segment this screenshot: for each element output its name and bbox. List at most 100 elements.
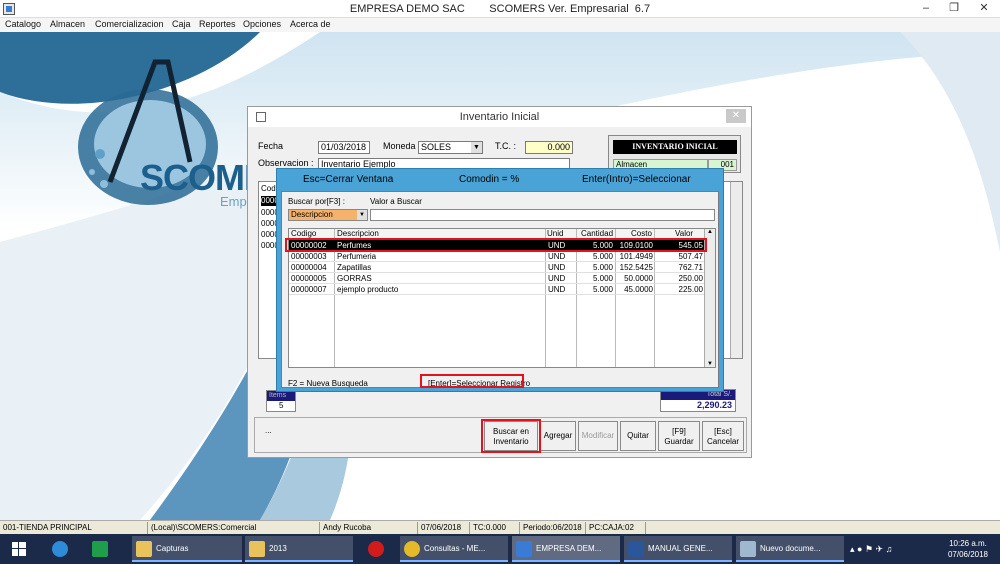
- cell-costo: 50.0000: [624, 274, 653, 283]
- clock-date: 07/06/2018: [947, 550, 989, 559]
- close-button[interactable]: ✕: [970, 1, 998, 16]
- scroll-up-icon[interactable]: ▲: [705, 229, 715, 235]
- taskbar-item-word[interactable]: MANUAL GENE...: [624, 536, 732, 562]
- guardar-label: Guardar: [664, 437, 694, 446]
- table-row[interactable]: 00000005 GORRAS UND 5.000 50.0000 250.00: [289, 273, 705, 284]
- comodin-hint: Comodin = %: [459, 174, 520, 185]
- search-criteria-select[interactable]: Descripcion ▼: [288, 209, 368, 221]
- system-tray-icons[interactable]: ▴ ● ⚑ ✈ ♫: [850, 536, 936, 562]
- search-criteria-value: Descripcion: [291, 210, 333, 219]
- cell-costo: 45.0000: [624, 285, 653, 294]
- highlight-selected-row: [285, 238, 707, 252]
- status-periodo: Periodo:06/2018: [520, 522, 586, 534]
- clock-time: 10:26 a.m.: [949, 539, 987, 548]
- taskbar: Capturas 2013 Consultas - ME... EMPRESA …: [0, 534, 1000, 564]
- buscar-por-label: Buscar por[F3] :: [288, 197, 345, 206]
- status-bar: 001-TIENDA PRINCIPAL (Local)\SCOMERS:Com…: [0, 520, 1000, 534]
- cell-descripcion: Perfumeria: [337, 252, 377, 261]
- search-value-input[interactable]: [370, 209, 715, 221]
- ie-icon[interactable]: [42, 536, 78, 562]
- menu-comercializacion[interactable]: Comercializacion: [95, 19, 164, 29]
- observacion-label: Observacion :: [258, 158, 314, 168]
- cell-cantidad: 5.000: [592, 252, 613, 261]
- moneda-select[interactable]: SOLES ▼: [418, 141, 483, 154]
- cancelar-button[interactable]: [Esc] Cancelar: [702, 421, 744, 451]
- window-titlebar: EMPRESA DEMO SAC SCOMERS Ver. Empresaria…: [0, 0, 1000, 18]
- menu-almacen[interactable]: Almacen: [50, 19, 85, 29]
- taskbar-label: EMPRESA DEM...: [536, 544, 602, 553]
- menu-bar: Catalogo Almacen Comercializacion Caja R…: [0, 18, 1000, 32]
- taskbar-item-empresa[interactable]: EMPRESA DEM...: [512, 536, 620, 562]
- scroll-down-icon[interactable]: ▼: [705, 361, 715, 367]
- moneda-value: SOLES: [421, 142, 452, 152]
- items-label: Items: [267, 391, 295, 401]
- cell-cantidad: 5.000: [592, 285, 613, 294]
- cell-unid: UND: [548, 252, 566, 261]
- menu-acerca-de[interactable]: Acerca de: [290, 19, 331, 29]
- taskbar-item-capturas[interactable]: Capturas: [132, 536, 242, 562]
- cell-codigo: 00000007: [291, 285, 327, 294]
- taskbar-label: 2013: [269, 544, 287, 553]
- table-row[interactable]: 00000004 Zapatillas UND 5.000 152.5425 7…: [289, 262, 705, 273]
- start-logo: [12, 542, 26, 556]
- cell-valor: 762.71: [678, 263, 703, 272]
- cell-descripcion: GORRAS: [337, 274, 372, 283]
- fecha-field[interactable]: 01/03/2018: [318, 141, 370, 154]
- cancelar-label: Cancelar: [706, 437, 739, 446]
- quitar-button[interactable]: Quitar: [620, 421, 656, 451]
- taskbar-item-chrome[interactable]: Consultas - ME...: [400, 536, 508, 562]
- taskbar-label: Consultas - ME...: [424, 544, 486, 553]
- enter-hint: Enter(Intro)=Seleccionar: [582, 174, 691, 185]
- tc-label: T.C. :: [495, 141, 517, 151]
- guardar-button[interactable]: [F9] Guardar: [658, 421, 700, 451]
- status-tc: TC:0.000: [470, 522, 520, 534]
- menu-opciones[interactable]: Opciones: [243, 19, 281, 29]
- minimize-button[interactable]: –: [912, 1, 940, 16]
- taskbar-item-2013[interactable]: 2013: [245, 536, 353, 562]
- cell-codigo: 00000003: [291, 252, 327, 261]
- cell-codigo: 00000005: [291, 274, 327, 283]
- cell-descripcion: Zapatillas: [337, 263, 372, 272]
- restore-button[interactable]: ❐: [940, 1, 968, 16]
- cell-cantidad: 5.000: [592, 263, 613, 272]
- taskbar-item-nuevo-documento[interactable]: Nuevo docume...: [736, 536, 844, 562]
- highlight-enter-hint: [420, 374, 524, 388]
- menu-reportes[interactable]: Reportes: [199, 19, 236, 29]
- menu-catalogo[interactable]: Catalogo: [5, 19, 41, 29]
- chevron-down-icon[interactable]: ▼: [357, 210, 367, 220]
- store-icon[interactable]: [82, 536, 118, 562]
- cell-costo: 152.5425: [619, 263, 653, 272]
- search-dialog-header: Esc=Cerrar Ventana Comodin = % Enter(Int…: [277, 169, 723, 191]
- guardar-key: [F9]: [672, 427, 686, 436]
- cell-unid: UND: [548, 285, 566, 294]
- modificar-button[interactable]: Modificar: [578, 421, 618, 451]
- status-usuario: Andy Rucoba: [320, 522, 418, 534]
- valor-buscar-label: Valor a Buscar: [370, 197, 422, 206]
- opera-icon[interactable]: [358, 536, 394, 562]
- status-ruta: (Local)\SCOMERS:Comercial: [148, 522, 320, 534]
- tc-field[interactable]: 0.000: [525, 141, 573, 154]
- items-panel: Items 5: [266, 390, 296, 412]
- cell-valor: 507.47: [678, 252, 703, 261]
- taskbar-label: MANUAL GENE...: [648, 544, 713, 553]
- table-row[interactable]: 00000003 Perfumeria UND 5.000 101.4949 5…: [289, 251, 705, 262]
- inventory-window-titlebar: Inventario Inicial ✕: [248, 107, 751, 127]
- cell-valor: 225.00: [678, 285, 703, 294]
- total-panel: Total S/. 2,290.23: [660, 389, 736, 412]
- grid-scrollbar[interactable]: [730, 182, 742, 358]
- highlight-buscar-button: [481, 419, 541, 453]
- more-dots: ...: [265, 426, 272, 435]
- search-dialog: Esc=Cerrar Ventana Comodin = % Enter(Int…: [276, 168, 724, 392]
- inventario-badge: INVENTARIO INICIAL: [613, 140, 737, 154]
- windows-start-icon[interactable]: [0, 536, 38, 562]
- agregar-button[interactable]: Agregar: [540, 421, 576, 451]
- status-fecha: 07/06/2018: [418, 522, 470, 534]
- close-icon[interactable]: ✕: [726, 109, 746, 123]
- chevron-down-icon[interactable]: ▼: [471, 142, 482, 153]
- cell-codigo: 00000004: [291, 263, 327, 272]
- total-value: 2,290.23: [696, 400, 732, 410]
- table-row[interactable]: 00000007 ejemplo producto UND 5.000 45.0…: [289, 284, 705, 295]
- cell-cantidad: 5.000: [592, 274, 613, 283]
- clock[interactable]: 10:26 a.m. 07/06/2018: [938, 538, 998, 560]
- menu-caja[interactable]: Caja: [172, 19, 191, 29]
